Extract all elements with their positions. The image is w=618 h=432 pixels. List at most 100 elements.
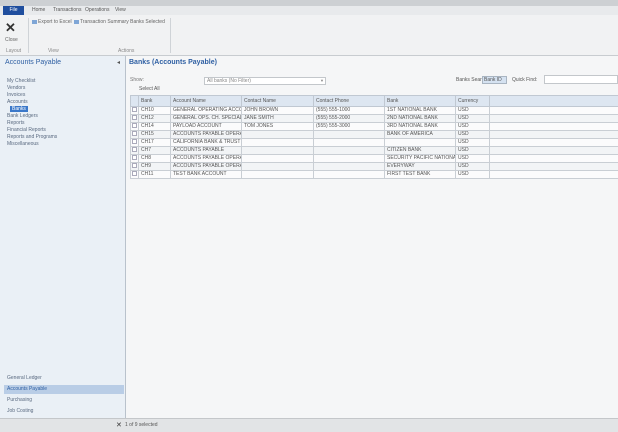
cell-contact-name — [242, 171, 314, 179]
pin-icon[interactable]: ◂ — [117, 59, 120, 66]
column-header-currency[interactable]: Currency — [456, 96, 490, 107]
table-row[interactable]: CH15ACCOUNTS PAYABLE OPERATIONSBANK OF A… — [131, 131, 618, 139]
select-all-link[interactable]: Select All — [139, 86, 160, 92]
transaction-summary-label: Transaction Summary Banks Selected — [80, 19, 165, 25]
export-button-label: Export to Excel — [38, 19, 72, 25]
nav-item-invoices[interactable]: Invoices — [7, 92, 25, 98]
close-button-label[interactable]: Close — [5, 37, 18, 43]
row-checkbox[interactable] — [132, 139, 137, 144]
table-row[interactable]: CH12GENERAL OPS. CH. SPECIAL PMTJANE SMI… — [131, 115, 618, 123]
nav-button-accounts-payable[interactable]: Accounts Payable — [4, 385, 124, 394]
table-row[interactable]: CH11TEST BANK ACCOUNTFIRST TEST BANKUSD — [131, 171, 618, 179]
nav-button-job-costing[interactable]: Job Costing — [4, 407, 124, 416]
cell-contact-phone: (555) 555-1000 — [314, 107, 385, 115]
nav-item-financial-reports[interactable]: Financial Reports — [7, 127, 46, 133]
filter-dropdown[interactable]: All banks (No Filter)▼ — [204, 77, 326, 85]
row-checkbox[interactable] — [132, 163, 137, 168]
table-row[interactable]: CH9ACCOUNTS PAYABLE OPERATIONSEVERYWAYUS… — [131, 163, 618, 171]
cell-contact-phone — [314, 131, 385, 139]
cell-filler — [490, 155, 618, 163]
nav-item-banks-selected[interactable]: Banks — [10, 106, 28, 112]
transaction-summary-button[interactable]: Transaction Summary Banks Selected — [74, 19, 165, 25]
cell-bank-id: CH7 — [139, 147, 171, 155]
menu-tab-transactions[interactable]: Transactions — [53, 6, 81, 15]
cell-currency: USD — [456, 139, 490, 147]
cell-bank: FIRST TEST BANK — [385, 171, 456, 179]
row-checkbox[interactable] — [132, 123, 137, 128]
status-text: 1 of 9 selected — [125, 422, 158, 428]
quick-find-input[interactable] — [544, 75, 618, 84]
menu-tab-operations[interactable]: Operations — [85, 6, 109, 15]
banks-grid: Bank Account Name Contact Name Contact P… — [130, 95, 618, 179]
table-row[interactable]: CH14PAYLOAD ACCOUNTTOM JONES(555) 555-30… — [131, 123, 618, 131]
cell-contact-phone — [314, 139, 385, 147]
row-checkbox-cell[interactable] — [131, 131, 139, 139]
nav-item-bank-ledgers[interactable]: Bank Ledgers — [7, 113, 38, 119]
summary-icon — [74, 20, 79, 24]
row-checkbox-cell[interactable] — [131, 115, 139, 123]
cell-contact-name: JOHN BROWN — [242, 107, 314, 115]
row-checkbox-cell[interactable] — [131, 155, 139, 163]
nav-item-reports[interactable]: Reports — [7, 120, 25, 126]
row-checkbox-cell[interactable] — [131, 147, 139, 155]
nav-item-accounts[interactable]: Accounts — [7, 99, 28, 105]
row-checkbox[interactable] — [132, 107, 137, 112]
chevron-down-icon: ▼ — [320, 78, 324, 84]
cell-contact-name — [242, 163, 314, 171]
menu-tab-view[interactable]: View — [115, 6, 126, 15]
ribbon-group-layout: Layout — [6, 48, 21, 54]
cell-contact-name — [242, 131, 314, 139]
menu-tab-home[interactable]: Home — [32, 6, 45, 15]
row-checkbox-cell[interactable] — [131, 171, 139, 179]
row-checkbox[interactable] — [132, 147, 137, 152]
file-menu[interactable]: File — [3, 6, 24, 15]
table-row[interactable]: CH10GENERAL OPERATING ACCOUNTJOHN BROWN(… — [131, 107, 618, 115]
cell-currency: USD — [456, 155, 490, 163]
column-header-contact-name[interactable]: Contact Name — [242, 96, 314, 107]
row-checkbox-cell[interactable] — [131, 107, 139, 115]
nav-item-miscellaneous[interactable]: Miscellaneous — [7, 141, 39, 147]
nav-item-reports-and-programs[interactable]: Reports and Programs — [7, 134, 57, 140]
cell-contact-phone — [314, 155, 385, 163]
excel-icon — [32, 20, 37, 24]
nav-item-vendors[interactable]: Vendors — [7, 85, 25, 91]
cell-filler — [490, 139, 618, 147]
column-header-bank[interactable]: Bank — [385, 96, 456, 107]
page-title: Banks (Accounts Payable) — [129, 59, 217, 66]
cell-currency: USD — [456, 147, 490, 155]
row-checkbox-cell[interactable] — [131, 123, 139, 131]
row-checkbox[interactable] — [132, 171, 137, 176]
nav-item-my-checklist[interactable]: My Checklist — [7, 78, 35, 84]
cell-bank-id: CH8 — [139, 155, 171, 163]
nav-button-purchasing[interactable]: Purchasing — [4, 396, 124, 405]
export-button[interactable]: Export to Excel — [32, 19, 72, 25]
cell-bank: BANK OF AMERICA — [385, 131, 456, 139]
cell-bank-id: CH14 — [139, 123, 171, 131]
row-checkbox[interactable] — [132, 115, 137, 120]
close-icon[interactable]: ✕ — [5, 21, 16, 34]
table-row[interactable]: CH7ACCOUNTS PAYABLECITIZEN BANKUSD — [131, 147, 618, 155]
cell-contact-name: JANE SMITH — [242, 115, 314, 123]
cell-bank-id: CH10 — [139, 107, 171, 115]
header-checkbox-cell[interactable] — [131, 96, 139, 107]
row-checkbox[interactable] — [132, 155, 137, 160]
cell-bank-id: CH12 — [139, 115, 171, 123]
row-checkbox-cell[interactable] — [131, 139, 139, 147]
search-field-selector[interactable]: Bank ID — [482, 76, 507, 84]
content-area: Banks (Accounts Payable) Show: All banks… — [126, 56, 618, 418]
table-row[interactable]: CH8ACCOUNTS PAYABLE OPERATIONSSECURITY P… — [131, 155, 618, 163]
cell-account-name: PAYLOAD ACCOUNT — [171, 123, 242, 131]
column-header-contact-phone[interactable]: Contact Phone — [314, 96, 385, 107]
cell-contact-name: TOM JONES — [242, 123, 314, 131]
close-icon[interactable]: ✕ — [116, 421, 122, 429]
nav-button-general-ledger[interactable]: General Ledger — [4, 374, 124, 383]
column-header-account-name[interactable]: Account Name — [171, 96, 242, 107]
cell-filler — [490, 171, 618, 179]
row-checkbox-cell[interactable] — [131, 163, 139, 171]
navigation-pane: Accounts Payable ◂ My Checklist Vendors … — [0, 56, 126, 418]
row-checkbox[interactable] — [132, 131, 137, 136]
cell-currency: USD — [456, 171, 490, 179]
table-row[interactable]: CH17CALIFORNIA BANK & TRUSTUSD — [131, 139, 618, 147]
column-header-bank-id[interactable]: Bank — [139, 96, 171, 107]
cell-bank: 1ST NATIONAL BANK — [385, 107, 456, 115]
